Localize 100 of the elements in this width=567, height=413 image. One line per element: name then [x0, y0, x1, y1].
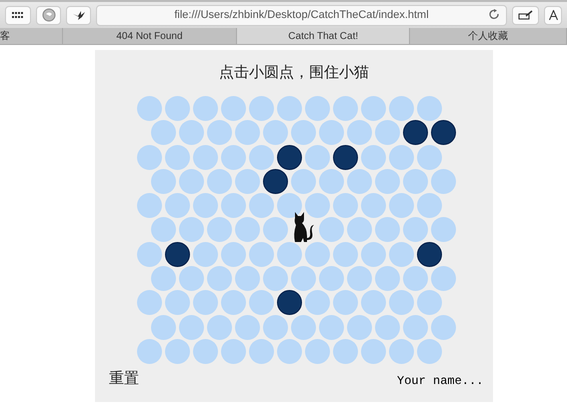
circle-dot[interactable]	[403, 314, 428, 340]
annotate-button[interactable]	[512, 6, 539, 24]
circle-dot[interactable]	[361, 144, 386, 170]
circle-dot[interactable]	[389, 290, 414, 316]
browser-tab[interactable]: 客	[0, 28, 63, 44]
circle-dot[interactable]	[277, 96, 302, 121]
circle-dot[interactable]	[361, 338, 386, 364]
circle-dot[interactable]	[277, 242, 302, 267]
circle-dot[interactable]	[417, 96, 442, 121]
circle-dot[interactable]	[403, 217, 428, 242]
circle-dot[interactable]	[249, 193, 274, 218]
reset-button[interactable]: 重置	[109, 369, 139, 388]
circle-dot[interactable]	[389, 193, 414, 218]
circle-dot[interactable]	[179, 266, 204, 292]
circle-dot[interactable]	[179, 314, 204, 340]
browser-tab[interactable]: 404 Not Found	[62, 28, 238, 44]
circle-dot[interactable]	[207, 217, 232, 242]
circle-dot[interactable]	[403, 168, 428, 194]
circle-dot[interactable]	[221, 193, 246, 218]
circle-dot[interactable]	[263, 266, 288, 292]
circle-dot[interactable]	[235, 168, 260, 194]
circle-dot[interactable]	[221, 144, 246, 170]
circle-dot[interactable]	[179, 217, 204, 242]
circle-dot[interactable]	[137, 144, 162, 170]
circle-dot[interactable]	[305, 290, 330, 316]
circle-dot[interactable]	[263, 120, 288, 146]
circle-dot[interactable]	[249, 338, 274, 364]
circle-dot[interactable]	[417, 144, 442, 170]
circle-dot[interactable]	[193, 144, 218, 170]
circle-dot[interactable]	[319, 168, 344, 194]
circle-dot[interactable]	[221, 338, 246, 364]
circle-dot[interactable]	[165, 290, 190, 316]
circle-dot[interactable]	[277, 193, 302, 218]
circle-dot[interactable]	[431, 266, 456, 292]
extension-button[interactable]	[66, 6, 91, 24]
circle-dot[interactable]	[389, 338, 414, 364]
reader-button[interactable]	[544, 6, 562, 24]
circle-dot[interactable]	[319, 266, 344, 292]
circle-dot[interactable]	[375, 120, 400, 146]
circle-dot[interactable]	[179, 120, 204, 146]
circle-dot[interactable]	[375, 266, 400, 292]
circle-dot[interactable]	[305, 338, 330, 364]
circle-dot[interactable]	[305, 96, 330, 121]
circle-dot[interactable]	[207, 120, 232, 146]
circle-dot[interactable]	[417, 338, 442, 364]
circle-dot[interactable]	[305, 193, 330, 218]
circle-dot[interactable]	[347, 314, 372, 340]
circle-dot[interactable]	[319, 314, 344, 340]
circle-dot[interactable]	[417, 290, 442, 316]
circle-dot[interactable]	[151, 314, 176, 340]
circle-dot[interactable]	[319, 120, 344, 146]
circle-dot[interactable]	[375, 217, 400, 242]
circle-dot[interactable]	[165, 144, 190, 170]
circle-dot[interactable]	[137, 242, 162, 267]
circle-dot[interactable]	[221, 96, 246, 121]
circle-dot[interactable]	[263, 314, 288, 340]
circle-dot[interactable]	[417, 193, 442, 218]
circle-dot[interactable]	[249, 96, 274, 121]
circle-dot[interactable]	[333, 96, 358, 121]
circle-dot[interactable]	[207, 266, 232, 292]
circle-dot[interactable]	[361, 290, 386, 316]
address-bar[interactable]: file:///Users/zhbink/Desktop/CatchTheCat/index.html	[96, 4, 507, 26]
circle-dot[interactable]	[375, 314, 400, 340]
circle-dot[interactable]	[151, 266, 176, 292]
circle-dot[interactable]	[403, 266, 428, 292]
circle-dot[interactable]	[165, 338, 190, 364]
circle-dot[interactable]	[249, 242, 274, 267]
circle-dot[interactable]	[263, 217, 288, 242]
circle-dot[interactable]	[193, 193, 218, 218]
circle-dot[interactable]	[291, 266, 316, 292]
circle-dot[interactable]	[235, 217, 260, 242]
circle-dot[interactable]	[347, 168, 372, 194]
circle-dot[interactable]	[249, 290, 274, 316]
circle-dot[interactable]	[389, 242, 414, 267]
circle-dot[interactable]	[193, 338, 218, 364]
circle-dot[interactable]	[347, 217, 372, 242]
circle-dot[interactable]	[361, 96, 386, 121]
circle-dot[interactable]	[431, 217, 456, 242]
circle-dot[interactable]	[277, 338, 302, 364]
circle-dot[interactable]	[361, 242, 386, 267]
circle-dot[interactable]	[193, 242, 218, 267]
circle-dot[interactable]	[291, 168, 316, 194]
circle-dot[interactable]	[137, 290, 162, 316]
circle-dot[interactable]	[193, 96, 218, 121]
circle-dot[interactable]	[389, 144, 414, 170]
circle-dot[interactable]	[305, 242, 330, 267]
circle-dot[interactable]	[347, 266, 372, 292]
name-field[interactable]: Your name...	[397, 374, 481, 388]
circle-dot[interactable]	[151, 217, 176, 242]
circle-dot[interactable]	[389, 96, 414, 121]
circle-dot[interactable]	[249, 144, 274, 170]
circle-dot[interactable]	[361, 193, 386, 218]
circle-dot[interactable]	[431, 168, 456, 194]
circle-dot[interactable]	[137, 193, 162, 218]
circle-dot[interactable]	[235, 120, 260, 146]
reload-icon[interactable]	[489, 8, 500, 20]
circle-dot[interactable]	[319, 217, 344, 242]
circle-dot[interactable]	[137, 96, 162, 121]
circle-dot[interactable]	[305, 144, 330, 170]
circle-dot[interactable]	[151, 168, 176, 194]
